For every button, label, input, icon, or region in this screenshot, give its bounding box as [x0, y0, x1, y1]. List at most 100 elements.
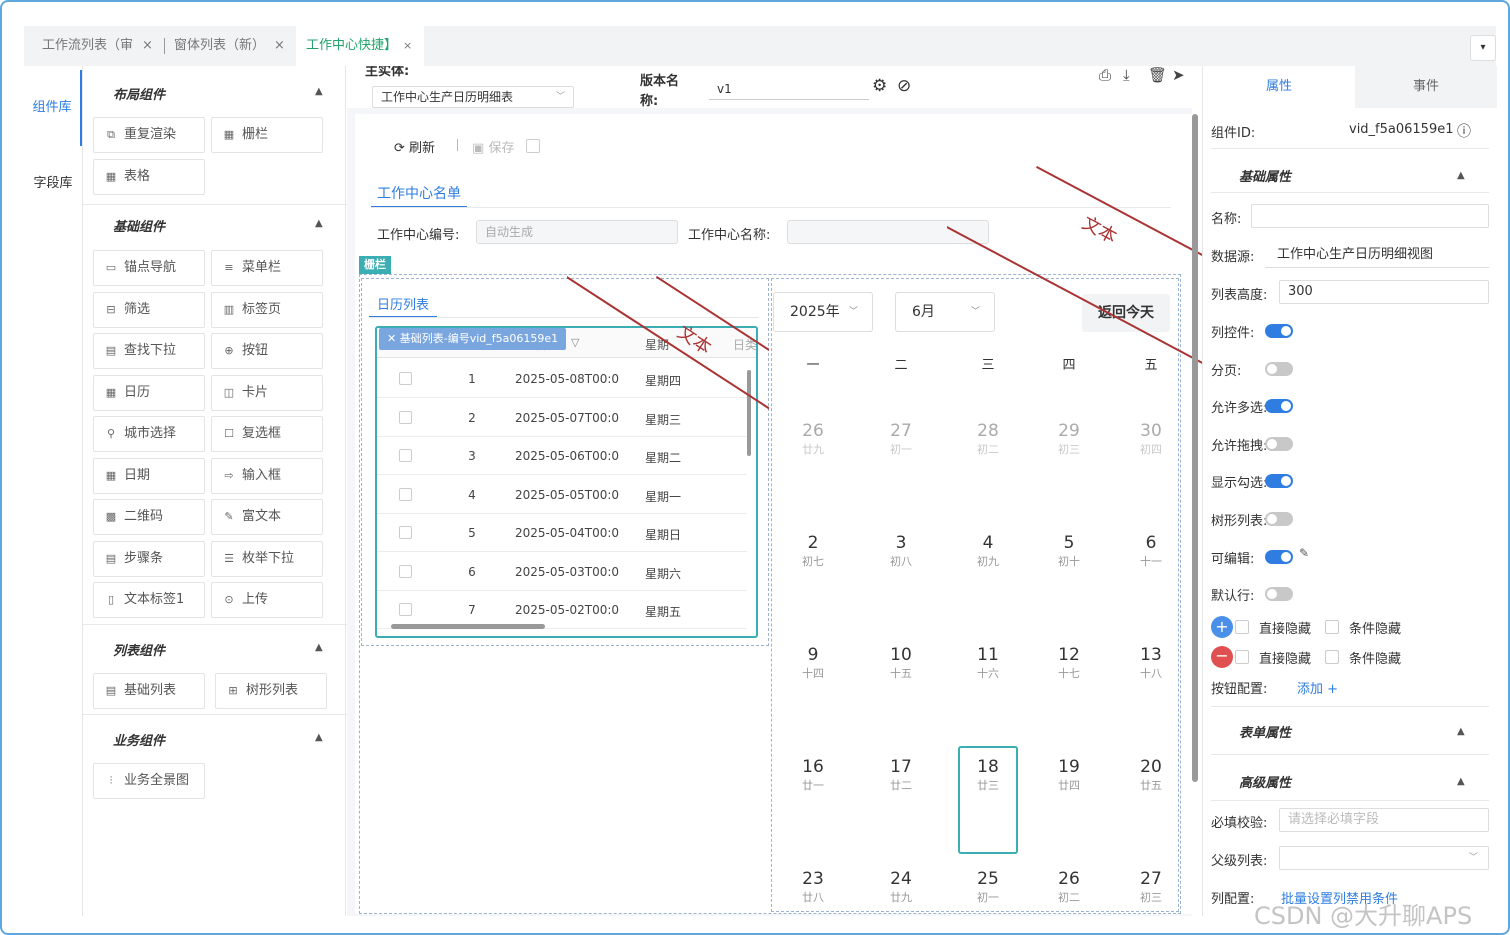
save-file-icon[interactable]: ⎙	[1099, 66, 1111, 84]
comp-basic-item[interactable]: ⚲ 城市选择	[93, 416, 205, 452]
table-row[interactable]: 6 2025-05-03T00:0 星期六	[377, 553, 747, 591]
comp-basic-item[interactable]: ⇨ 输入框	[211, 457, 323, 494]
calendar-day[interactable]: 2 初七	[785, 532, 841, 570]
comp-basic-item[interactable]: ▯ 文本标签1	[93, 582, 205, 618]
calendar-day[interactable]: 20 廿五	[1123, 756, 1179, 794]
comp-basic-item[interactable]: ▦ 日历	[93, 374, 205, 411]
checkbox[interactable]	[1235, 620, 1249, 634]
datasource-value[interactable]: 工作中心生产日历明细视图	[1265, 242, 1489, 268]
save-button[interactable]: ▣ 保存	[472, 137, 514, 156]
table-row[interactable]: 4 2025-05-05T00:0 星期一	[377, 476, 747, 514]
download-icon[interactable]: ⤓	[1123, 66, 1130, 84]
checkbox[interactable]	[1325, 620, 1339, 634]
toggle-switch[interactable]	[1265, 399, 1293, 414]
comp-basic-item[interactable]: ▤ 查找下拉	[93, 333, 205, 369]
close-icon[interactable]: ✕	[387, 332, 400, 345]
calendar-day[interactable]: 16 廿一	[785, 756, 841, 794]
delete-icon[interactable]: 🗑	[1148, 66, 1167, 84]
name-input[interactable]	[1251, 204, 1489, 228]
add-button[interactable]: 添加 +	[1297, 678, 1338, 697]
comp-tree-list[interactable]: ⊞ 树形列表	[215, 673, 327, 709]
version-input[interactable]: v1	[709, 78, 869, 100]
chevron-up-icon[interactable]: ▲	[315, 86, 323, 97]
comp-grid-fence[interactable]: ▦ 栅栏	[211, 117, 323, 153]
toggle-switch[interactable]	[1265, 474, 1293, 489]
list-height-input[interactable]: 300	[1279, 280, 1489, 304]
comp-basic-item[interactable]: ▤ 步骤条	[93, 540, 205, 577]
row-checkbox[interactable]	[399, 603, 412, 616]
chevron-up-icon[interactable]: ▲	[315, 732, 323, 743]
canvas-scrollbar[interactable]	[1192, 114, 1198, 782]
chevron-up-icon[interactable]: ▲	[1457, 726, 1465, 737]
calendar-day[interactable]: 23 廿八	[785, 868, 841, 906]
close-icon[interactable]: ×	[142, 26, 158, 66]
calendar-day[interactable]: 26 初二	[1041, 868, 1097, 906]
toggle-switch[interactable]	[1265, 587, 1293, 602]
checkbox[interactable]	[1325, 650, 1339, 664]
close-icon[interactable]: ×	[274, 26, 290, 66]
table-row[interactable]: 5 2025-05-04T00:0 星期日	[377, 514, 747, 552]
ban-icon[interactable]: ⊘	[897, 76, 911, 96]
calendar-day[interactable]: 11 十六	[960, 644, 1016, 682]
comp-basic-item[interactable]: ✎ 富文本	[211, 499, 323, 535]
calendar-day[interactable]: 5 初十	[1041, 532, 1097, 570]
edit-icon[interactable]: ✎	[1299, 546, 1309, 560]
main-entity-select[interactable]: 工作中心生产日历明细表 ﹀	[372, 86, 574, 108]
calendar-day[interactable]: 9 十四	[785, 644, 841, 682]
row-checkbox[interactable]	[399, 449, 412, 462]
nav-field-library[interactable]: 字段库	[24, 146, 82, 222]
calendar-day[interactable]: 25 初一	[960, 868, 1016, 906]
comp-basic-item[interactable]: ⊟ 筛选	[93, 291, 205, 328]
section-title-workcenter[interactable]: 工作中心名单	[377, 183, 461, 203]
gear-icon[interactable]: ⚙	[872, 76, 887, 96]
comp-basic-item[interactable]: ⊕ 按钮	[211, 333, 323, 369]
comp-basic-item[interactable]: ☰ 枚举下拉	[211, 540, 323, 577]
parent-list-select[interactable]: ﹀	[1279, 846, 1489, 870]
list-tag[interactable]: ✕ 基础列表-编号vid_f5a06159e1	[379, 328, 567, 350]
toggle-switch[interactable]	[1265, 361, 1293, 376]
comp-basic-item[interactable]: ▭ 锚点导航	[93, 250, 205, 286]
comp-basic-list[interactable]: ▤ 基础列表	[93, 673, 205, 709]
chevron-up-icon[interactable]: ▲	[1457, 170, 1465, 181]
comp-basic-item[interactable]: ⊙ 上传	[211, 582, 323, 618]
comp-table[interactable]: ▦ 表格	[93, 159, 205, 195]
save-checkbox[interactable]	[526, 139, 540, 153]
calendar-day[interactable]: 17 廿二	[873, 756, 929, 794]
row-checkbox[interactable]	[399, 372, 412, 385]
comp-basic-item[interactable]: ▥ 标签页	[211, 291, 323, 328]
horizontal-scrollbar[interactable]	[391, 624, 545, 629]
comp-basic-item[interactable]: ◫ 卡片	[211, 374, 323, 411]
calendar-day[interactable]: 24 廿九	[873, 868, 929, 906]
comp-basic-item[interactable]: ☐ 复选框	[211, 416, 323, 452]
calendar-day[interactable]: 6 十一	[1123, 532, 1179, 570]
comp-basic-item[interactable]: ≡ 菜单栏	[211, 250, 323, 286]
calendar-day[interactable]: 4 初九	[960, 532, 1016, 570]
tab-workflow-list[interactable]: 工作流列表（审	[42, 26, 152, 66]
tab-calendar-list[interactable]: 日历列表	[377, 294, 429, 313]
calendar-day[interactable]: 18 廿三	[960, 756, 1016, 794]
tab-events[interactable]: 事件	[1355, 66, 1497, 108]
toggle-switch[interactable]	[1265, 512, 1293, 526]
checkbox[interactable]	[1235, 650, 1249, 664]
send-icon[interactable]: ➤	[1172, 66, 1185, 84]
tab-dropdown-button[interactable]: ▾	[1470, 35, 1496, 61]
tab-properties[interactable]: 属性	[1203, 66, 1355, 108]
row-checkbox[interactable]	[399, 487, 412, 501]
close-icon[interactable]: ×	[403, 39, 412, 52]
tab-form-list[interactable]: 窗体列表（新）	[174, 26, 272, 66]
calendar-day[interactable]: 27 初一	[873, 420, 929, 458]
info-icon[interactable]: ⓘ	[1457, 121, 1471, 141]
nav-component-library[interactable]: 组件库	[24, 70, 82, 146]
row-checkbox[interactable]	[399, 410, 412, 424]
required-select[interactable]: 请选择必填字段	[1279, 808, 1489, 832]
calendar-day[interactable]: 27 初三	[1123, 868, 1179, 906]
row-checkbox[interactable]	[399, 526, 412, 539]
calendar-day[interactable]: 12 十七	[1041, 644, 1097, 682]
chevron-up-icon[interactable]: ▲	[315, 218, 323, 229]
year-select[interactable]: 2025年 ﹀	[773, 292, 873, 332]
minus-icon[interactable]: −	[1211, 646, 1233, 668]
toggle-switch[interactable]	[1265, 324, 1293, 338]
toggle-switch[interactable]	[1265, 549, 1293, 564]
calendar-day[interactable]: 19 廿四	[1041, 756, 1097, 794]
comp-repeat-render[interactable]: ⧉ 重复渲染	[93, 117, 205, 153]
